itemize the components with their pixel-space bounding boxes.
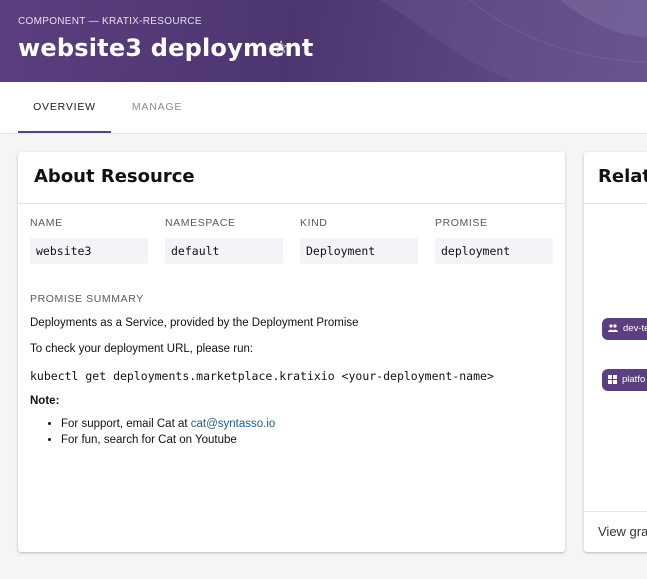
platform-icon bbox=[608, 374, 617, 384]
page-title: website3 deployment bbox=[18, 34, 314, 62]
field-label-promise: PROMISE bbox=[435, 217, 488, 229]
field-value-promise: deployment bbox=[435, 238, 553, 264]
relations-card-title: Relati bbox=[598, 166, 647, 187]
summary-line-1: Deployments as a Service, provided by th… bbox=[30, 317, 359, 329]
summary-command: kubectl get deployments.marketplace.krat… bbox=[30, 369, 494, 383]
card-divider bbox=[584, 203, 647, 204]
field-value-kind: Deployment bbox=[300, 238, 418, 264]
note-label: Note bbox=[30, 395, 56, 407]
summary-line-2: To check your deployment URL, please run… bbox=[30, 343, 254, 355]
field-label-kind: KIND bbox=[300, 217, 328, 229]
relations-card bbox=[584, 152, 647, 552]
about-card-title: About Resource bbox=[34, 166, 195, 187]
favorite-star-icon[interactable]: ☆ bbox=[273, 37, 289, 58]
field-value-name: website3 bbox=[30, 238, 148, 264]
view-graph-link[interactable]: View gra bbox=[598, 524, 647, 539]
field-label-namespace: NAMESPACE bbox=[165, 217, 236, 229]
chip-label: platfo bbox=[622, 374, 646, 385]
page-header: COMPONENT — KRATIX-RESOURCE website3 dep… bbox=[0, 0, 647, 82]
chip-label: dev-te bbox=[623, 323, 647, 334]
note-heading: Note: bbox=[30, 395, 59, 407]
active-tab-indicator bbox=[18, 131, 111, 133]
card-divider bbox=[18, 203, 565, 204]
support-email-link[interactable]: cat@syntasso.io bbox=[191, 418, 276, 430]
promise-summary-label: PROMISE SUMMARY bbox=[30, 293, 144, 305]
list-item: For support, email Cat at cat@syntasso.i… bbox=[61, 418, 275, 431]
group-icon bbox=[608, 324, 618, 333]
tab-overview[interactable]: OVERVIEW bbox=[18, 82, 111, 133]
field-value-namespace: default bbox=[165, 238, 283, 264]
relation-chip-dev-team[interactable]: dev-te bbox=[602, 318, 647, 340]
breadcrumb: COMPONENT — KRATIX-RESOURCE bbox=[18, 16, 202, 27]
card-divider bbox=[584, 511, 647, 512]
relation-chip-platform[interactable]: platfo bbox=[602, 369, 647, 391]
tab-manage[interactable]: MANAGE bbox=[115, 82, 199, 133]
bullet-1-text: For support, email Cat at bbox=[61, 418, 191, 430]
note-list: For support, email Cat at cat@syntasso.i… bbox=[30, 418, 275, 450]
list-item: For fun, search for Cat on Youtube bbox=[61, 434, 275, 447]
tab-bar: OVERVIEW MANAGE bbox=[0, 82, 647, 134]
field-label-name: NAME bbox=[30, 217, 63, 229]
note-colon: : bbox=[55, 395, 60, 407]
